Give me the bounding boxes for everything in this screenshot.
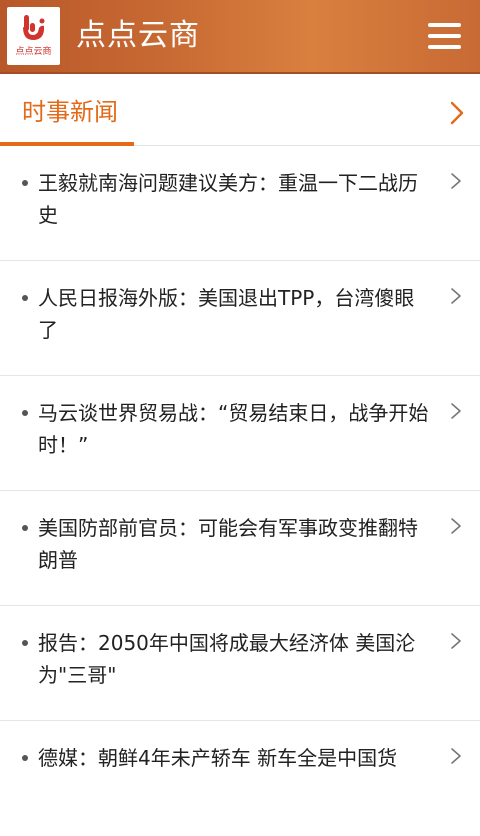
news-title[interactable]: 王毅就南海问题建议美方：重温一下二战历史 (38, 167, 430, 231)
chevron-right-icon (451, 288, 461, 304)
news-title[interactable]: 马云谈世界贸易战：“贸易结束日，战争开始时！” (38, 397, 430, 461)
chevron-right-icon (451, 748, 461, 764)
news-title[interactable]: 人民日报海外版：美国退出TPP，台湾傻眼了 (38, 282, 430, 346)
bullet-dot (22, 525, 28, 531)
section-title[interactable]: 时事新闻 (22, 97, 118, 127)
bullet-dot (22, 180, 28, 186)
news-item[interactable]: 美国防部前官员：可能会有军事政变推翻特朗普 (0, 491, 480, 606)
app-title: 点点云商 (76, 18, 200, 53)
hamburger-menu-icon[interactable] (424, 18, 466, 54)
bullet-dot (22, 410, 28, 416)
app-header: 点点云商 点点云商 (0, 0, 480, 74)
news-item[interactable]: 德媒：朝鲜4年未产轿车 新车全是中国货 (0, 721, 480, 836)
news-section-header: 时事新闻 (0, 76, 480, 146)
news-item[interactable]: 人民日报海外版：美国退出TPP，台湾傻眼了 (0, 261, 480, 376)
news-list: 王毅就南海问题建议美方：重温一下二战历史 人民日报海外版：美国退出TPP，台湾傻… (0, 146, 480, 836)
section-more-chevron-icon[interactable] (446, 100, 468, 126)
news-title[interactable]: 报告：2050年中国将成最大经济体 美国沦为"三哥" (38, 627, 430, 691)
logo-text: 点点云商 (15, 47, 52, 57)
bullet-dot (22, 640, 28, 646)
chevron-right-icon (451, 518, 461, 534)
bullet-dot (22, 295, 28, 301)
news-title[interactable]: 德媒：朝鲜4年未产轿车 新车全是中国货 (38, 742, 430, 774)
news-item[interactable]: 马云谈世界贸易战：“贸易结束日，战争开始时！” (0, 376, 480, 491)
chevron-right-icon (451, 173, 461, 189)
news-item[interactable]: 报告：2050年中国将成最大经济体 美国沦为"三哥" (0, 606, 480, 721)
hand-logo-icon (23, 15, 45, 40)
chevron-right-icon (451, 403, 461, 419)
news-item[interactable]: 王毅就南海问题建议美方：重温一下二战历史 (0, 146, 480, 261)
chevron-right-icon (451, 633, 461, 649)
news-title[interactable]: 美国防部前官员：可能会有军事政变推翻特朗普 (38, 512, 430, 576)
app-logo[interactable]: 点点云商 (7, 7, 60, 65)
bullet-dot (22, 755, 28, 761)
